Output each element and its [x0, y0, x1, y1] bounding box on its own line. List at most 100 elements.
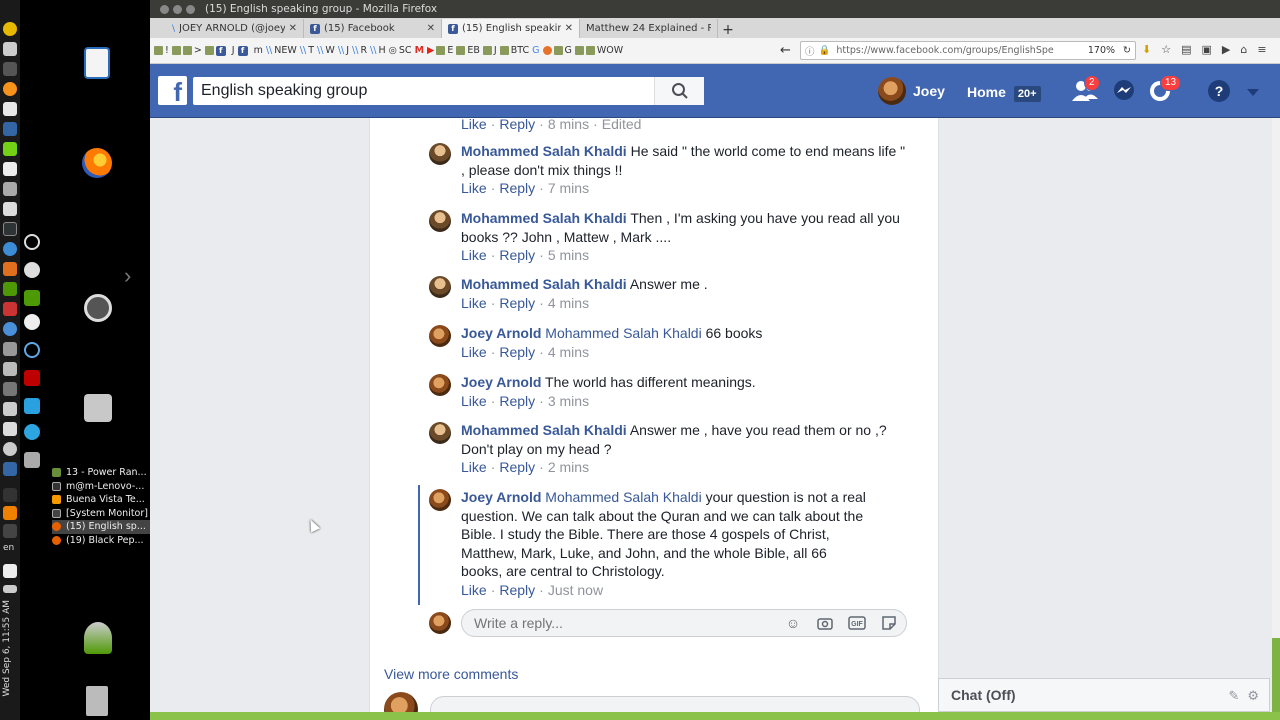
app-indicator-icon[interactable]	[3, 142, 17, 156]
url-text[interactable]: https://www.facebook.com/groups/EnglishS…	[836, 45, 1080, 56]
comment-field[interactable]	[430, 696, 920, 712]
comment-author[interactable]: Mohammed Salah Khaldi	[461, 143, 627, 159]
comment-author[interactable]: Joey Arnold	[461, 374, 541, 390]
bookmark[interactable]: fJ	[204, 45, 235, 56]
comment-author[interactable]: Joey Arnold	[461, 325, 541, 341]
app-indicator-icon[interactable]	[3, 362, 17, 376]
reply-link[interactable]: Reply	[499, 118, 535, 132]
url-bar[interactable]: ⓘ 🔒 https://www.facebook.com/groups/Engl…	[800, 41, 1136, 60]
tab-matthew-24[interactable]: Matthew 24 Explained - R	[580, 19, 718, 38]
reply-input[interactable]	[474, 615, 770, 631]
bitcoin-icon[interactable]	[3, 82, 17, 96]
tab-joey-arnold[interactable]: \ JOEY ARNOLD (@joey ✕	[166, 19, 304, 38]
comment-time[interactable]: 2 mins	[548, 459, 589, 475]
bookmark[interactable]: >	[171, 45, 202, 56]
comment-author[interactable]: Mohammed Salah Khaldi	[461, 210, 627, 226]
app-indicator-icon[interactable]	[3, 302, 17, 316]
commenter-avatar[interactable]	[429, 143, 451, 165]
comment-time[interactable]: 4 mins	[548, 344, 589, 360]
messenger-button[interactable]	[1112, 79, 1136, 103]
app-icon[interactable]	[24, 234, 40, 250]
comment-mention[interactable]: Mohammed Salah Khaldi	[545, 325, 701, 341]
like-link[interactable]: Like	[461, 459, 487, 475]
home-link[interactable]: Home 20+	[967, 82, 1041, 102]
app-indicator-icon[interactable]	[3, 282, 17, 296]
reply-link[interactable]: Reply	[499, 344, 535, 360]
bookmark[interactable]: !	[154, 45, 169, 56]
app-indicator-icon[interactable]	[3, 382, 17, 396]
minimize-window-button[interactable]	[173, 4, 182, 14]
bluetooth-icon[interactable]	[3, 488, 17, 502]
reply-link[interactable]: Reply	[499, 295, 535, 311]
close-tab-icon[interactable]: ✕	[289, 23, 297, 34]
like-link[interactable]: Like	[461, 295, 487, 311]
file-manager-icon[interactable]	[84, 394, 112, 422]
bookmark[interactable]: \\ W	[317, 45, 335, 56]
app-indicator-icon[interactable]	[3, 22, 17, 36]
scrollbar-thumb[interactable]	[1272, 638, 1280, 712]
profile-link[interactable]: Joey	[878, 77, 945, 105]
like-link[interactable]: Like	[461, 393, 487, 409]
bookmark[interactable]: G	[532, 45, 539, 56]
app-indicator-icon[interactable]	[3, 262, 17, 276]
app-indicator-icon[interactable]	[3, 102, 17, 116]
bookmark[interactable]: \\ NEW	[266, 45, 297, 56]
bookmark-star-icon[interactable]: ☆	[1161, 43, 1171, 56]
emoji-icon[interactable]: ☺	[784, 614, 802, 632]
comment-time[interactable]: 8 mins	[548, 118, 589, 132]
bookmark[interactable]: fm	[237, 45, 263, 56]
app-indicator-icon[interactable]	[3, 62, 17, 76]
comment-author[interactable]: Mohammed Salah Khaldi	[461, 276, 627, 292]
search-button[interactable]	[654, 77, 704, 105]
like-link[interactable]: Like	[461, 582, 487, 598]
edited-label[interactable]: Edited	[602, 118, 642, 132]
comment-time[interactable]: 4 mins	[548, 295, 589, 311]
commenter-avatar[interactable]	[429, 325, 451, 347]
tab-english-speaking-group[interactable]: f (15) English speaking ✕	[442, 19, 580, 38]
atom-icon[interactable]	[24, 342, 40, 358]
maximize-window-button[interactable]	[186, 4, 195, 14]
home-icon[interactable]: ⌂	[1240, 43, 1247, 56]
gear-icon[interactable]: ⚙	[1247, 688, 1259, 704]
reply-link[interactable]: Reply	[499, 247, 535, 263]
back-arrow-icon[interactable]: ←	[780, 43, 791, 58]
youtube-icon[interactable]: ▶	[1222, 43, 1230, 56]
screenshot-icon[interactable]: ▣	[1202, 43, 1212, 56]
network-share-icon[interactable]	[84, 622, 112, 654]
download-icon[interactable]: ⬇	[1142, 43, 1151, 56]
app-indicator-icon[interactable]	[3, 342, 17, 356]
bookmark[interactable]: ◎ SC	[389, 45, 412, 56]
close-tab-icon[interactable]: ✕	[427, 23, 435, 34]
reload-icon[interactable]: ↻	[1123, 45, 1131, 56]
close-tab-icon[interactable]: ✕	[565, 23, 573, 34]
comment-time[interactable]: 3 mins	[548, 393, 589, 409]
bookmark[interactable]: WOW	[574, 45, 623, 56]
telegram-icon[interactable]	[24, 424, 40, 440]
like-link[interactable]: Like	[461, 247, 487, 263]
app-icon[interactable]	[24, 398, 40, 414]
like-link[interactable]: Like	[461, 344, 487, 360]
comment-mention[interactable]: Mohammed Salah Khaldi	[545, 489, 701, 505]
clock[interactable]: Wed Sep 6, 11:55 AM	[2, 600, 18, 696]
app-icon[interactable]	[24, 262, 40, 278]
bookmark[interactable]: M	[415, 45, 424, 56]
bookmark[interactable]: \\ T	[300, 45, 314, 56]
bookmark[interactable]: J	[482, 45, 497, 56]
help-button[interactable]: ?	[1207, 79, 1231, 103]
library-icon[interactable]: ▤	[1181, 43, 1191, 56]
notifications-button[interactable]: 13	[1148, 75, 1182, 103]
app-indicator-icon[interactable]	[3, 462, 17, 476]
writer-document-icon[interactable]	[84, 47, 110, 79]
app-indicator-icon[interactable]	[3, 442, 17, 456]
vlc-icon[interactable]	[3, 506, 17, 520]
comment-time[interactable]: 5 mins	[548, 247, 589, 263]
ubuntu-icon[interactable]	[84, 294, 112, 322]
sticker-icon[interactable]	[880, 614, 898, 632]
app-icon[interactable]	[24, 290, 40, 306]
tab-facebook[interactable]: f (15) Facebook ✕	[304, 19, 442, 38]
like-link[interactable]: Like	[461, 118, 487, 132]
chevron-right-icon[interactable]: ›	[124, 264, 136, 288]
commenter-avatar[interactable]	[429, 422, 451, 444]
commenter-avatar[interactable]	[429, 276, 451, 298]
compose-icon[interactable]: ✎	[1228, 688, 1239, 704]
